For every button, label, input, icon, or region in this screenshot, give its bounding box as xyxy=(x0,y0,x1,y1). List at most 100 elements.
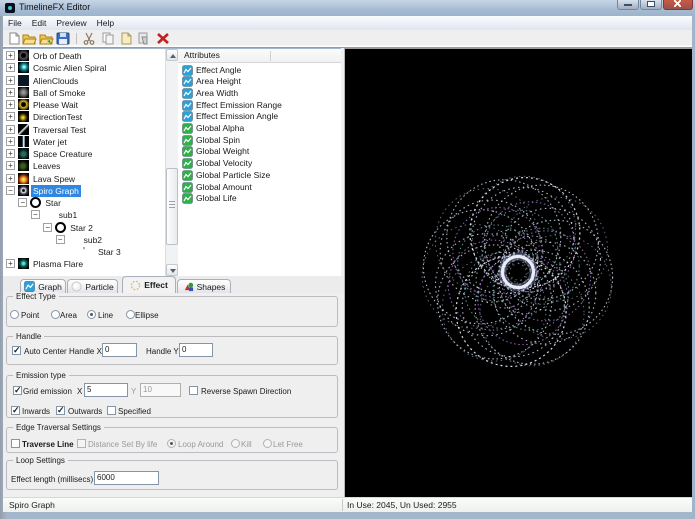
close-button[interactable] xyxy=(663,0,693,10)
tree-item-alienclouds[interactable]: +AlienClouds xyxy=(3,75,165,87)
emission-x-input[interactable]: 5 xyxy=(84,383,128,397)
distance-set-checkbox[interactable] xyxy=(77,439,86,448)
tree-item-label: sub2 xyxy=(82,234,104,246)
collapse-toggle[interactable]: − xyxy=(18,198,27,207)
tab-shapes[interactable]: Shapes xyxy=(177,279,231,293)
expand-toggle[interactable]: + xyxy=(6,88,15,97)
tree-item-please-wait[interactable]: +Please Wait xyxy=(3,99,165,111)
tree-item-plasma-flare[interactable]: +Plasma Flare xyxy=(3,258,165,270)
attribute-row-global-amount[interactable]: Global Amount xyxy=(178,181,341,193)
tree-item-star-2[interactable]: −Star 2 xyxy=(3,222,165,234)
expand-toggle[interactable]: + xyxy=(6,149,15,158)
expand-toggle[interactable]: + xyxy=(6,259,15,268)
inwards-checkbox[interactable] xyxy=(11,406,20,415)
expand-toggle[interactable]: + xyxy=(6,51,15,60)
auto-center-checkbox[interactable] xyxy=(12,346,21,355)
expand-toggle[interactable]: + xyxy=(6,112,15,121)
attribute-row-global-alpha[interactable]: Global Alpha xyxy=(178,122,341,134)
reverse-spawn-checkbox[interactable] xyxy=(189,386,198,395)
attribute-row-global-particle-size[interactable]: Global Particle Size xyxy=(178,169,341,181)
attribute-row-global-weight[interactable]: Global Weight xyxy=(178,145,341,157)
effects-tree[interactable]: +Orb of Death+Cosmic Alien Spiral+AlienC… xyxy=(3,49,165,276)
radio-ellipse[interactable] xyxy=(126,310,135,319)
scroll-thumb[interactable] xyxy=(166,168,178,245)
handle-x-input[interactable]: 0 xyxy=(102,343,137,357)
tab-effect[interactable]: Effect xyxy=(122,276,176,293)
graph-curve-icon xyxy=(182,111,193,122)
expand-toggle[interactable]: + xyxy=(6,63,15,72)
tree-item-traversal-test[interactable]: +Traversal Test xyxy=(3,124,165,136)
menu-file[interactable]: File xyxy=(3,16,27,30)
expand-toggle[interactable]: + xyxy=(6,174,15,183)
attribute-row-area-height[interactable]: Area Height xyxy=(178,75,341,87)
tree-item-sub1[interactable]: −sub1 xyxy=(3,209,165,221)
paste-button[interactable] xyxy=(118,32,134,45)
attribute-row-global-spin[interactable]: Global Spin xyxy=(178,134,341,146)
tree-item-space-creature[interactable]: +Space Creature xyxy=(3,148,165,160)
expand-toggle[interactable]: + xyxy=(6,137,15,146)
scroll-up-arrow[interactable] xyxy=(166,49,178,61)
traverse-line-checkbox[interactable] xyxy=(11,439,20,448)
attribute-row-effect-emission-angle[interactable]: Effect Emission Angle xyxy=(178,110,341,122)
radio-area[interactable] xyxy=(51,310,60,319)
effect-length-input[interactable]: 6000 xyxy=(94,471,159,485)
tree-item-sub2[interactable]: − sub2 xyxy=(3,234,165,246)
attribute-row-global-velocity[interactable]: Global Velocity xyxy=(178,157,341,169)
save-button[interactable] xyxy=(55,32,71,45)
tree-item-label: DirectionTest xyxy=(31,111,84,123)
tab-particle[interactable]: Particle xyxy=(67,279,118,293)
preview-viewport[interactable] xyxy=(344,48,692,497)
let-free-radio[interactable] xyxy=(263,439,272,448)
delete-button[interactable] xyxy=(155,32,171,45)
graph-curve-icon xyxy=(182,88,193,99)
tree-item-cosmic-alien-spiral[interactable]: +Cosmic Alien Spiral xyxy=(3,62,165,74)
tree-item-leaves[interactable]: +Leaves xyxy=(3,160,165,172)
maximize-button[interactable] xyxy=(640,0,662,10)
collapse-toggle[interactable]: − xyxy=(6,186,15,195)
import-button[interactable] xyxy=(38,32,54,45)
attribute-row-effect-angle[interactable]: Effect Angle xyxy=(178,64,341,76)
expand-toggle[interactable]: + xyxy=(6,161,15,170)
new-button[interactable] xyxy=(6,32,22,45)
copy-button[interactable] xyxy=(100,32,116,45)
open-button[interactable] xyxy=(21,32,37,45)
grid-emission-checkbox[interactable] xyxy=(13,386,22,395)
handle-y-input[interactable]: 0 xyxy=(179,343,213,357)
radio-line[interactable] xyxy=(87,310,96,319)
tree-scrollbar[interactable] xyxy=(165,49,178,276)
kill-radio[interactable] xyxy=(231,439,240,448)
tab-graph[interactable]: Graph xyxy=(20,279,66,293)
collapse-toggle[interactable]: − xyxy=(56,235,65,244)
collapse-toggle[interactable]: − xyxy=(31,210,40,219)
menu-help[interactable]: Help xyxy=(92,16,119,30)
loop-around-radio[interactable] xyxy=(167,439,176,448)
tree-item-water-jet[interactable]: +Water jet xyxy=(3,136,165,148)
tree-item-star[interactable]: −Star xyxy=(3,197,165,209)
expand-toggle[interactable]: + xyxy=(6,100,15,109)
tree-item-star-3[interactable]: Star 3 xyxy=(3,246,165,258)
specified-checkbox[interactable] xyxy=(107,406,116,415)
expand-toggle[interactable]: + xyxy=(6,76,15,85)
tree-item-spiro-graph[interactable]: −Spiro Graph xyxy=(3,185,165,197)
title-bar[interactable]: TimelineFX Editor xyxy=(0,0,695,16)
attribute-row-global-life[interactable]: Global Life xyxy=(178,192,341,204)
tree-item-orb-of-death[interactable]: +Orb of Death xyxy=(3,50,165,62)
cut-button[interactable] xyxy=(81,32,97,45)
tree-item-ball-of-smoke[interactable]: +Ball of Smoke xyxy=(3,87,165,99)
tree-item-directiontest[interactable]: + DirectionTest xyxy=(3,111,165,123)
outwards-checkbox[interactable] xyxy=(56,406,65,415)
menu-edit[interactable]: Edit xyxy=(27,16,52,30)
expand-toggle[interactable]: + xyxy=(6,125,15,134)
attribute-row-area-width[interactable]: Area Width xyxy=(178,87,341,99)
scroll-down-arrow[interactable] xyxy=(166,264,178,276)
attributes-column-divider[interactable] xyxy=(270,51,271,61)
emission-y-input[interactable]: 10 xyxy=(140,383,181,397)
attributes-header[interactable]: Attributes xyxy=(178,49,341,63)
collapse-toggle[interactable]: − xyxy=(43,223,52,232)
minimize-button[interactable] xyxy=(617,0,639,10)
radio-point[interactable] xyxy=(10,310,19,319)
menu-preview[interactable]: Preview xyxy=(51,16,91,30)
attribute-row-effect-emission-range[interactable]: Effect Emission Range xyxy=(178,99,341,111)
clone-button[interactable] xyxy=(136,32,152,45)
tree-item-lava-spew[interactable]: +Lava Spew xyxy=(3,173,165,185)
